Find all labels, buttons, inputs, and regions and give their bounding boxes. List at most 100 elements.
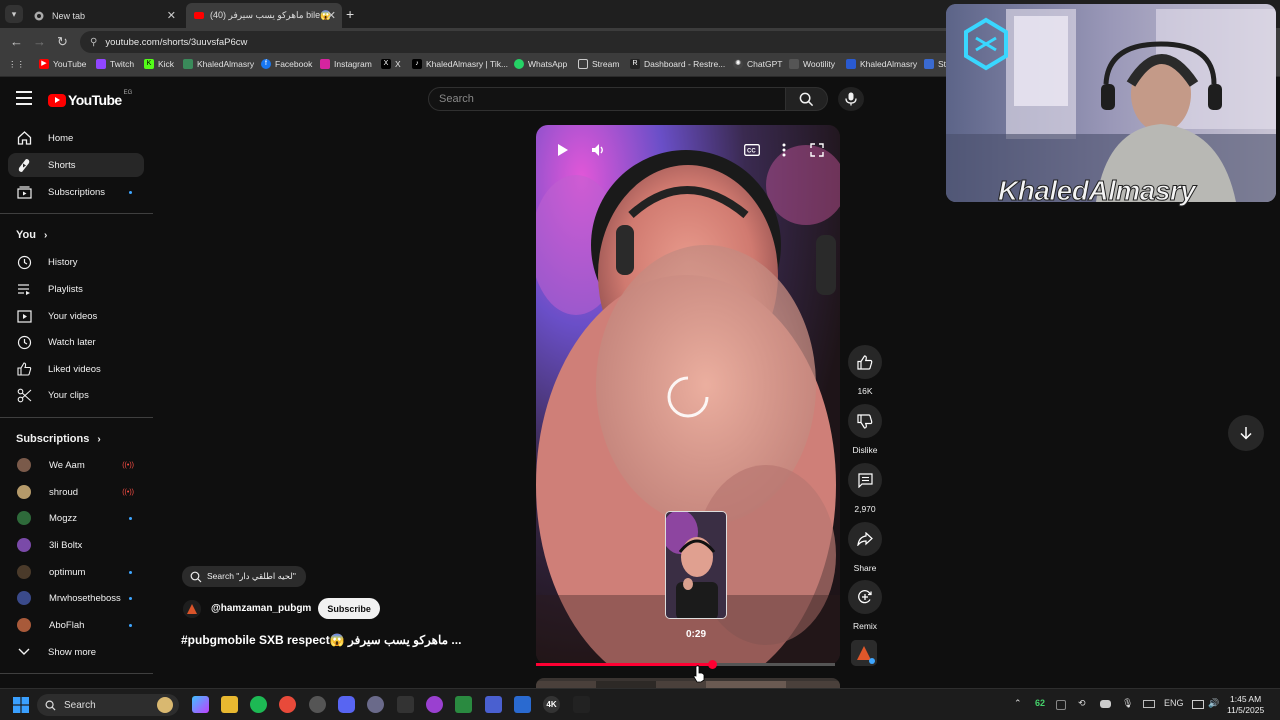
tray-counter[interactable]: 62 xyxy=(1035,698,1045,708)
sidebar-item-liked-videos[interactable]: Liked videos xyxy=(8,357,144,381)
bookmark-kick[interactable]: K Kick xyxy=(144,59,174,69)
bookmark-instagram[interactable]: Instagram xyxy=(320,59,372,69)
dislike-button[interactable] xyxy=(848,404,882,438)
bookmark-folder-stream[interactable]: Stream xyxy=(578,59,619,69)
more-options-button[interactable] xyxy=(777,142,791,158)
bookmark-restream[interactable]: R Dashboard - Restre... xyxy=(630,59,725,69)
store-icon[interactable] xyxy=(455,696,472,713)
game-controller-icon[interactable] xyxy=(485,696,502,713)
sidebar-item-subscriptions[interactable]: Subscriptions xyxy=(8,180,144,204)
sidebar-channel-aboflah[interactable]: AboFlah xyxy=(8,613,144,637)
app-icon[interactable] xyxy=(573,696,590,713)
related-search-chip[interactable]: Search "لحيه اطلقي دار" xyxy=(182,566,306,587)
keyboard-icon[interactable] xyxy=(1143,700,1155,708)
fullscreen-button[interactable] xyxy=(808,141,826,159)
sidebar-item-your-clips[interactable]: Your clips xyxy=(8,383,144,407)
display-icon[interactable] xyxy=(1192,700,1204,709)
reload-icon[interactable]: ↻ xyxy=(57,34,68,50)
like-button[interactable] xyxy=(848,345,882,379)
taskbar-search[interactable]: Search xyxy=(37,694,179,716)
spotify-icon[interactable] xyxy=(250,696,267,713)
play-button[interactable] xyxy=(555,142,571,158)
app-icon[interactable] xyxy=(426,696,443,713)
sidebar-item-history[interactable]: History xyxy=(8,250,144,274)
site-info-icon[interactable]: ⚲ xyxy=(90,37,97,48)
app-icon[interactable] xyxy=(367,696,384,713)
share-button[interactable] xyxy=(848,522,882,556)
bookmark-khaledalmasry[interactable]: KhaledAlmasry xyxy=(183,59,254,69)
file-explorer-icon[interactable] xyxy=(221,696,238,713)
sidebar-channel-shroud[interactable]: shroud ((•)) xyxy=(8,480,144,504)
sidebar-channel-mrwhosetheboss[interactable]: Mrwhosetheboss xyxy=(8,586,144,610)
channel-avatar[interactable] xyxy=(183,599,201,618)
channel-row: @hamzaman_pubgm Subscribe xyxy=(183,598,380,619)
address-bar[interactable]: ⚲ youtube.com/shorts/3uuvsfaP6cw xyxy=(80,31,960,53)
chevron-up-icon[interactable]: ⌃ xyxy=(1014,698,1022,709)
4k-downloader-icon[interactable]: 4K xyxy=(543,696,560,713)
new-tab-button[interactable]: + xyxy=(346,6,354,22)
bookmark-khaledalmasry-2[interactable]: KhaledAlmasry xyxy=(846,59,917,69)
next-short-preview[interactable] xyxy=(536,678,840,688)
youtube-logo[interactable]: YouTube EG xyxy=(48,90,132,108)
remix-button[interactable] xyxy=(848,580,882,614)
subscribe-button[interactable]: Subscribe xyxy=(318,598,380,619)
voice-search-button[interactable] xyxy=(838,87,864,111)
channel-thumbnail[interactable] xyxy=(851,640,877,666)
apps-icon[interactable]: ⋮⋮ xyxy=(8,59,25,70)
sidebar-item-shorts[interactable]: Shorts xyxy=(8,153,144,177)
close-tab-icon[interactable]: ✕ xyxy=(327,9,336,22)
bookmark-x[interactable]: XX xyxy=(381,59,401,69)
app-icon[interactable] xyxy=(514,696,531,713)
search-input[interactable]: Search xyxy=(428,87,786,111)
copilot-icon[interactable] xyxy=(192,696,209,713)
taskbar-clock[interactable]: 1:45 AM 11/5/2025 xyxy=(1227,694,1264,716)
bookmark-facebook[interactable]: f Facebook xyxy=(261,59,312,69)
microphone-icon xyxy=(845,92,857,106)
progress-scrubber-handle[interactable] xyxy=(708,660,718,669)
bookmark-tiktok[interactable]: ♪ KhaledAlmasry | Tik... xyxy=(412,59,508,69)
channel-name[interactable]: @hamzaman_pubgm xyxy=(211,603,311,614)
bookmark-whatsapp[interactable]: WhatsApp xyxy=(514,59,567,69)
sidebar-item-watch-later[interactable]: Watch later xyxy=(8,330,144,354)
keyboard-icon[interactable] xyxy=(397,696,414,713)
sidebar-channel-we-aam[interactable]: We Aam ((•)) xyxy=(8,453,144,477)
sidebar-channel-3li-boltx[interactable]: 3li Boltx xyxy=(8,533,144,557)
sidebar-show-more[interactable]: Show more xyxy=(8,640,144,664)
discord-tray-icon[interactable] xyxy=(1100,700,1111,708)
microphone-icon[interactable]: 🎙 xyxy=(1122,698,1133,709)
video-progress-bar[interactable] xyxy=(536,660,835,669)
sidebar-channel-optimum[interactable]: optimum xyxy=(8,560,144,584)
bookmark-wootility[interactable]: Wootility xyxy=(789,59,835,69)
captions-button[interactable]: CC xyxy=(743,142,761,158)
sidebar-subscriptions-heading[interactable]: Subscriptions › xyxy=(16,433,101,445)
tab-youtube[interactable]: ماهركو يسب سيرفر (40) bile😱 ✕ xyxy=(186,3,342,28)
app-icon[interactable] xyxy=(309,696,326,713)
bookmark-twitch[interactable]: Twitch xyxy=(96,59,134,69)
tray-icon[interactable] xyxy=(1056,700,1066,710)
search-button[interactable] xyxy=(786,87,828,111)
comments-button[interactable] xyxy=(848,463,882,497)
sidebar-item-playlists[interactable]: Playlists xyxy=(8,277,144,301)
bookmark-youtube[interactable]: ▶ YouTube xyxy=(39,59,86,69)
tab-search-button[interactable]: ▾ xyxy=(5,5,23,23)
chrome-icon[interactable] xyxy=(279,696,296,713)
bookmark-chatgpt[interactable]: ✺ ChatGPT xyxy=(733,59,782,69)
menu-icon[interactable] xyxy=(16,91,32,105)
video-title[interactable]: #pubgmobile SXB respect😱 ماهركو يسب سيرف… xyxy=(181,633,461,647)
sidebar-item-your-videos[interactable]: Your videos xyxy=(8,304,144,328)
windows-start-icon[interactable] xyxy=(12,696,29,713)
sidebar-item-home[interactable]: Home xyxy=(8,126,144,150)
sidebar-you-heading[interactable]: You › xyxy=(16,229,47,241)
close-tab-icon[interactable]: ✕ xyxy=(167,9,176,22)
back-icon[interactable]: ← xyxy=(10,34,23,49)
volume-icon[interactable]: 🔊 xyxy=(1208,698,1219,709)
language-indicator[interactable]: ENG xyxy=(1164,698,1184,708)
volume-button[interactable] xyxy=(589,141,607,159)
next-short-button[interactable] xyxy=(1228,415,1264,451)
bookmark-more[interactable]: St xyxy=(924,59,946,69)
tray-icon[interactable]: ⟲ xyxy=(1078,698,1086,709)
discord-icon[interactable] xyxy=(338,696,355,713)
tab-new-tab[interactable]: New tab ✕ xyxy=(26,3,182,28)
forward-icon[interactable]: → xyxy=(33,34,46,49)
sidebar-channel-mogzz[interactable]: Mogzz xyxy=(8,506,144,530)
